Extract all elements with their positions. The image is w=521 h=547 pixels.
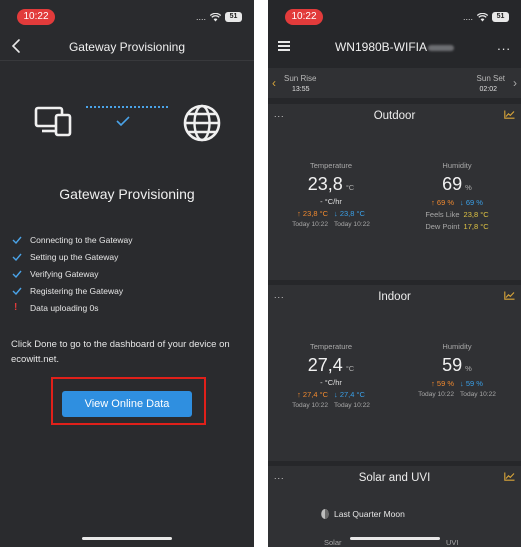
status-bar: 10:22 .... 51	[0, 0, 254, 30]
indoor-temperature: Temperature 27,4 °C - °C/hr ↑ 27,4 °C ↓ 27…	[268, 342, 394, 409]
sunrise-time: 13:55	[292, 86, 310, 93]
outdoor-humidity: Humidity 69% ↑ 69 % ↓ 69 % Feels Like 23,8…	[394, 161, 520, 231]
devices-icon	[34, 106, 72, 137]
check-icon	[116, 116, 130, 126]
step-uploading: ! Data uploading 0s	[12, 299, 244, 316]
metric-minmax: ↑ 27,4 °C ↓ 27,4 °C	[297, 390, 365, 399]
wifi-icon	[210, 12, 221, 21]
battery-icon: 51	[225, 12, 242, 22]
check-icon	[12, 270, 30, 278]
more-options-icon[interactable]: ...	[497, 38, 511, 53]
sun-times-bar: ‹ Sun Rise 13:55 Sun Set 02:02 ›	[268, 68, 521, 98]
status-bar: 10:22 .... 51	[268, 0, 521, 30]
indoor-card: ... Indoor Temperature 27,4 °C - °C/hr ↑ …	[268, 285, 521, 461]
redacted-serial	[428, 44, 454, 51]
provisioning-graphic	[0, 100, 254, 146]
step-connecting: Connecting to the Gateway	[12, 232, 244, 249]
metric-label: Temperature	[309, 161, 353, 170]
view-online-data-button[interactable]: View Online Data	[62, 391, 192, 417]
metric-value: 23,8 °C	[307, 174, 355, 194]
solar-label: Solar	[324, 538, 342, 547]
step-label: Connecting to the Gateway	[30, 235, 133, 246]
metric-label: Humidity	[442, 342, 472, 351]
line-chart-icon[interactable]	[504, 472, 515, 481]
line-chart-icon[interactable]	[504, 291, 515, 300]
divider	[0, 60, 254, 61]
wifi-icon	[477, 12, 488, 21]
solar-uvi-card: ... Solar and UVI Last Quarter Moon Sola…	[268, 466, 521, 547]
uvi-label: UVI	[446, 538, 459, 547]
cellular-dots: ....	[462, 12, 473, 22]
battery-icon: 51	[492, 12, 509, 22]
step-label: Verifying Gateway	[30, 268, 99, 279]
moon-icon	[321, 509, 329, 519]
metric-minmax: ↑ 59 % ↓ 59 %	[431, 379, 483, 388]
moon-phase: Last Quarter Moon	[320, 508, 405, 520]
sunset-time: 02:02	[479, 86, 497, 93]
gateway-provisioning-screen: 10:22 .... 51 Gateway Provisioning Gatew…	[0, 0, 254, 547]
step-registering: Registering the Gateway	[12, 282, 244, 299]
feels-like: Feels Like 23,8 °C	[425, 210, 489, 219]
metric-label: Humidity	[442, 161, 472, 170]
card-title: Outdoor	[373, 110, 416, 122]
home-indicator	[82, 537, 172, 540]
step-verifying: Verifying Gateway	[12, 266, 244, 283]
metric-value: 59%	[442, 355, 472, 375]
home-indicator	[349, 537, 440, 540]
nav-title: Gateway Provisioning	[68, 40, 186, 54]
metric-value: 27,4 °C	[307, 355, 355, 375]
device-dashboard-screen: 10:22 .... 51 WN1980B-WIFIA ... ‹ Sun Ri…	[268, 0, 521, 547]
card-title: Indoor	[378, 291, 411, 303]
metric-value: 69%	[442, 174, 472, 194]
sunrise-label: Sun Rise	[284, 74, 317, 83]
step-label: Data uploading 0s	[30, 302, 99, 313]
exclamation-icon: !	[14, 302, 18, 314]
metric-times: Today 10:22 Today 10:22	[418, 391, 496, 398]
cellular-dots: ....	[195, 12, 206, 22]
done-instructions: Click Done to go to the dashboard of you…	[11, 339, 230, 365]
metric-times: Today 10:22 Today 10:22	[292, 221, 370, 228]
device-title: WN1980B-WIFIA	[268, 40, 521, 54]
connection-line	[86, 106, 168, 108]
navigation-bar: Gateway Provisioning	[0, 34, 254, 60]
provisioning-heading: Gateway Provisioning	[59, 186, 195, 202]
status-icons: .... 51	[463, 9, 509, 25]
sunset-label: Sun Set	[476, 74, 505, 83]
step-label: Setting up the Gateway	[30, 252, 119, 263]
card-title: Solar and UVI	[358, 472, 431, 484]
metric-rate: - °C/hr	[320, 378, 342, 387]
outdoor-temperature: Temperature 23,8 °C - °C/hr ↑ 23,8 °C ↓ 23…	[268, 161, 394, 228]
check-icon	[12, 287, 30, 295]
check-icon	[12, 253, 30, 262]
metric-minmax: ↑ 69 % ↓ 69 %	[431, 198, 483, 207]
metric-times: Today 10:22 Today 10:22	[292, 402, 370, 409]
dashboard-header: WN1980B-WIFIA ...	[268, 34, 521, 60]
globe-icon	[183, 104, 221, 142]
status-time: 10:22	[17, 9, 55, 25]
status-icons: .... 51	[196, 9, 242, 25]
step-label: Registering the Gateway	[30, 285, 124, 296]
outdoor-card: ... Outdoor Temperature 23,8 °C - °C/hr ↑…	[268, 104, 521, 280]
line-chart-icon[interactable]	[504, 110, 515, 119]
dew-point: Dew Point 17,8 °C	[425, 222, 489, 231]
metric-minmax: ↑ 23,8 °C ↓ 23,8 °C	[297, 209, 365, 218]
chevron-left-icon[interactable]: ‹	[272, 76, 276, 90]
indoor-humidity: Humidity 59% ↑ 59 % ↓ 59 % Today 10:22 Tod…	[394, 342, 520, 398]
provisioning-steps: Connecting to the Gateway Setting up the…	[12, 232, 244, 316]
step-setting-up: Setting up the Gateway	[12, 249, 244, 266]
check-icon	[12, 236, 30, 245]
status-time: 10:22	[285, 9, 323, 25]
metric-label: Temperature	[309, 342, 353, 351]
metric-rate: - °C/hr	[320, 197, 342, 206]
chevron-right-icon[interactable]: ›	[513, 76, 517, 90]
